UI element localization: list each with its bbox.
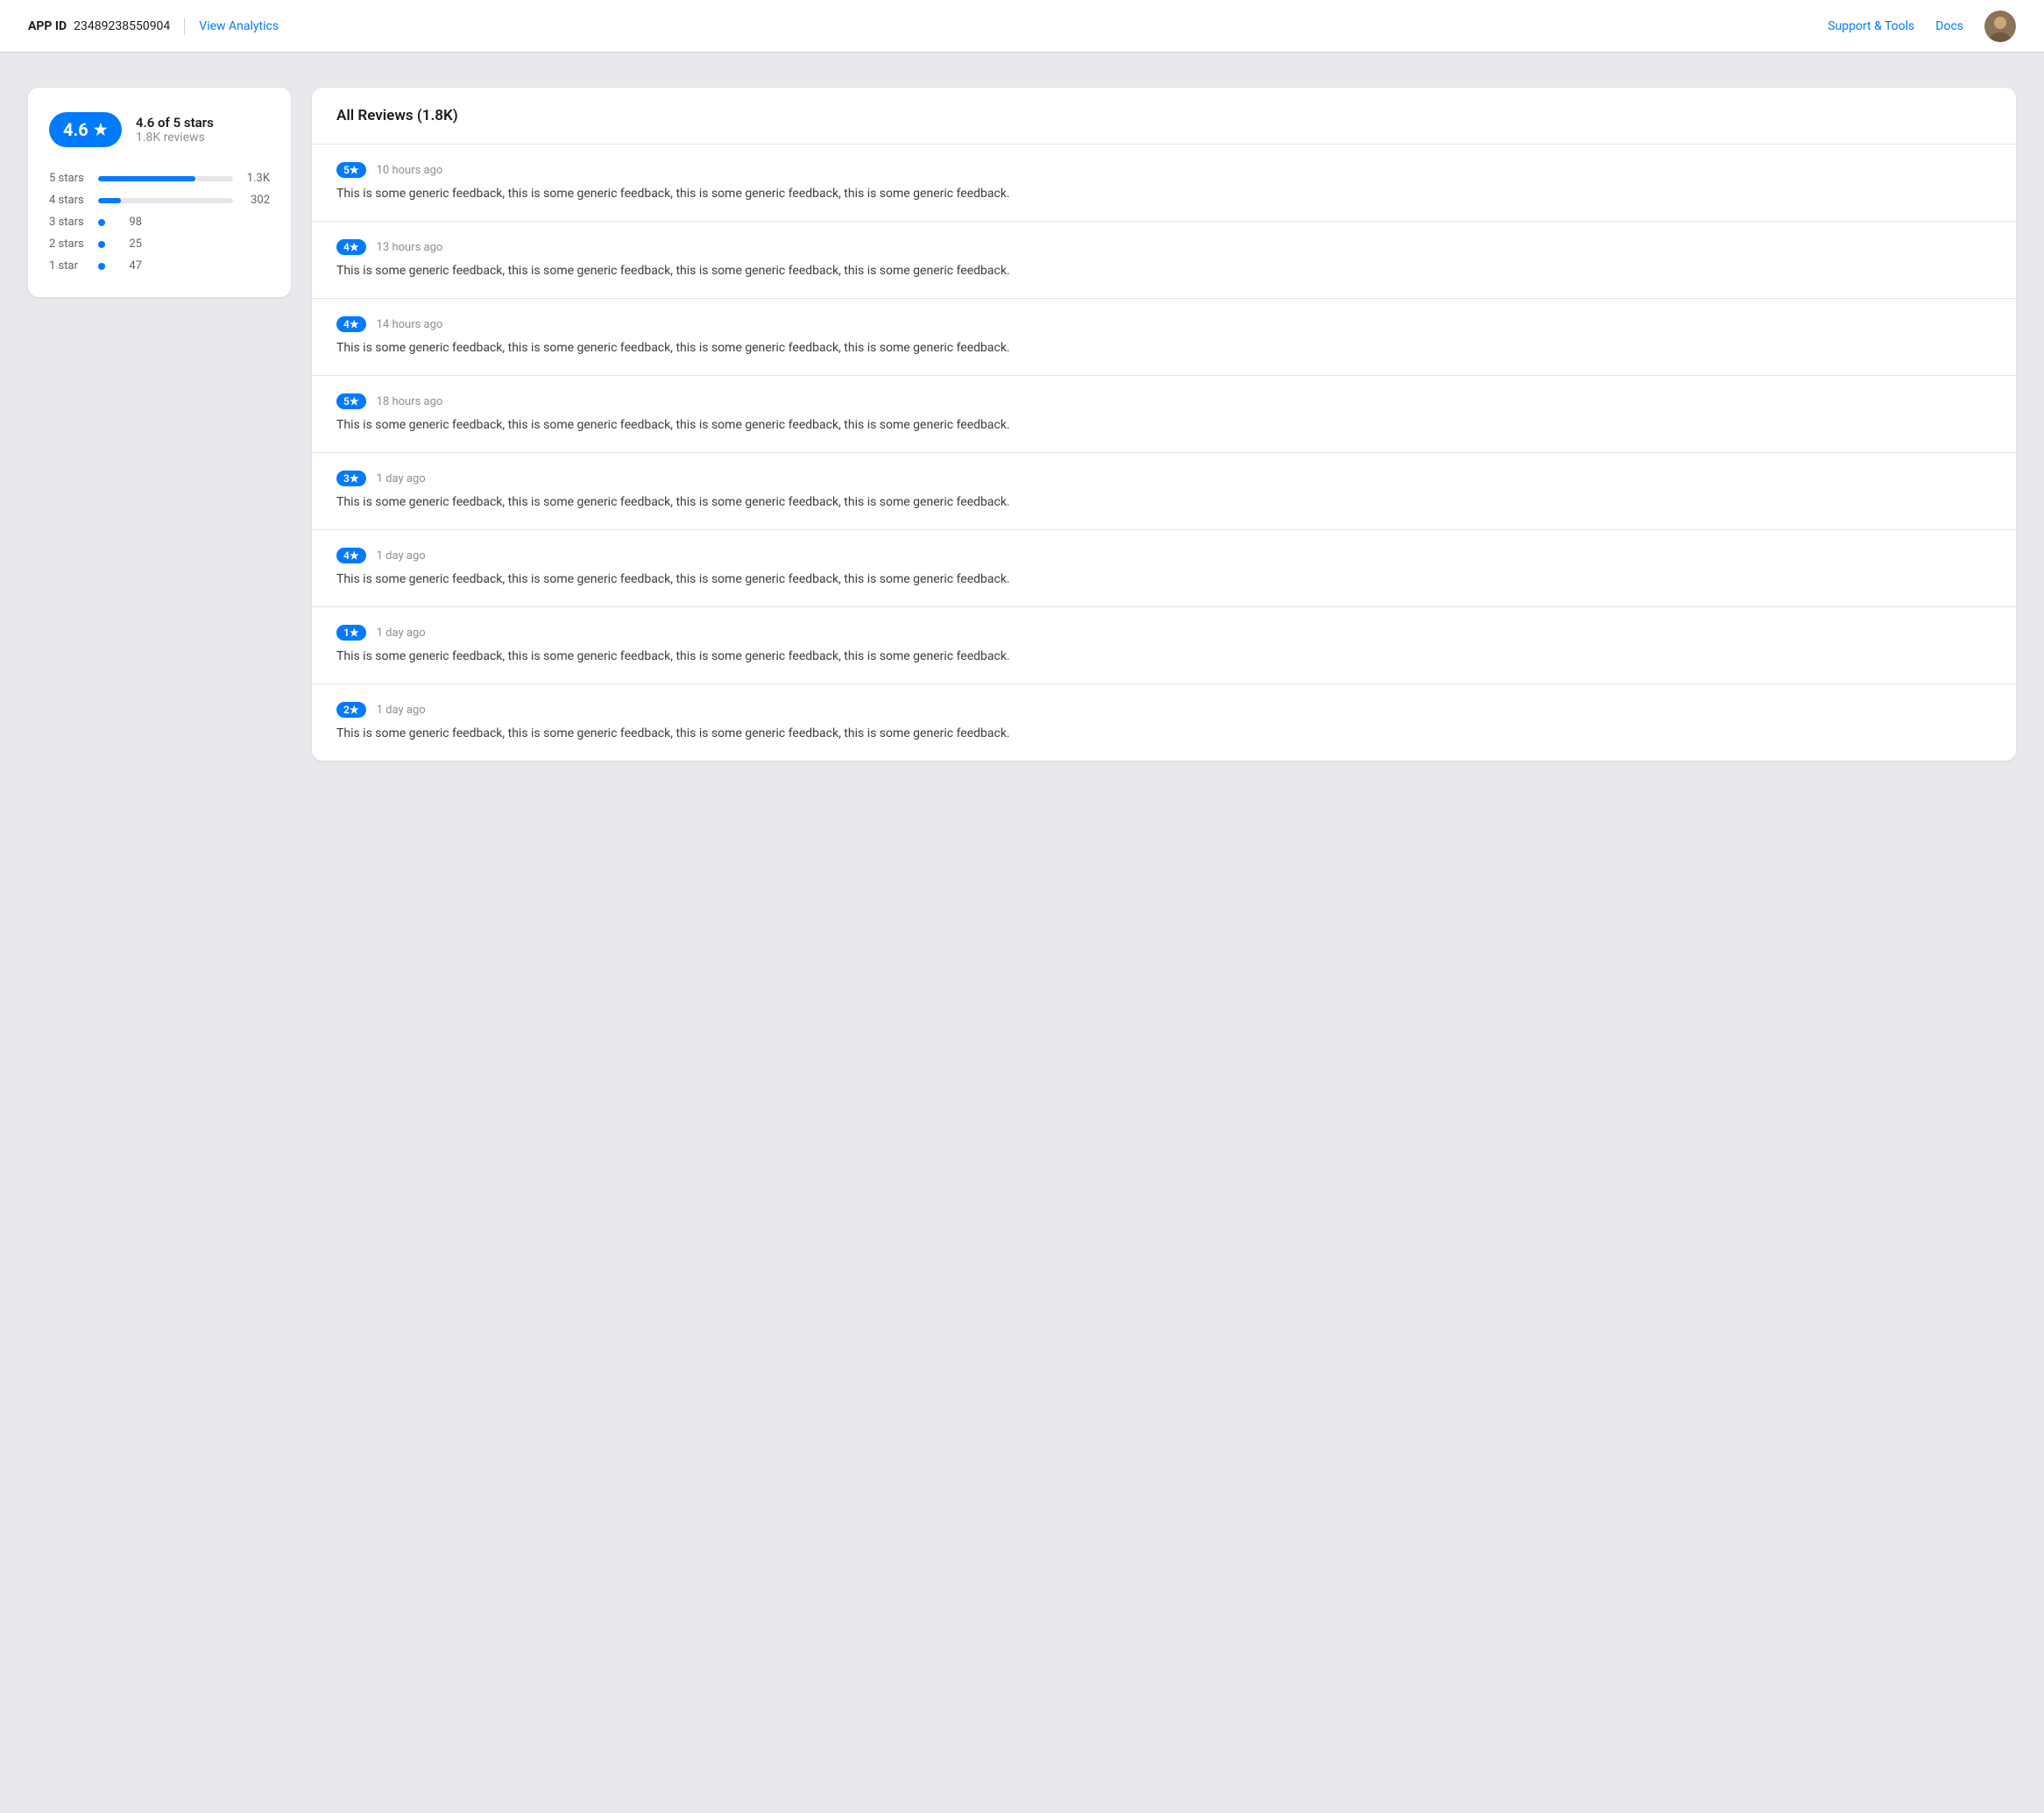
star-bar-label: 2 stars: [49, 237, 89, 251]
review-item: 4★ 1 day ago This is some generic feedback…: [312, 530, 2016, 607]
review-meta: 1★ 1 day ago: [336, 625, 1991, 641]
bar-fill: [98, 198, 121, 203]
header-left: APP ID 23489238550904 View Analytics: [28, 18, 279, 35]
rating-star-icon: ★: [94, 121, 108, 139]
star-bar-row: 3 stars 98: [49, 216, 270, 229]
star-bar-label: 1 star: [49, 259, 89, 273]
app-id-value: 23489238550904: [74, 19, 170, 33]
star-badge: 2★: [336, 702, 366, 718]
review-time: 18 hours ago: [377, 395, 443, 408]
star-bar-row: 1 star 47: [49, 259, 270, 273]
review-time: 13 hours ago: [377, 241, 443, 254]
header-right: Support & Tools Docs: [1828, 11, 2016, 42]
rating-summary: 4.6 of 5 stars 1.8K reviews: [136, 115, 214, 145]
bar-fill: [98, 176, 195, 181]
review-text: This is some generic feedback, this is s…: [336, 262, 1991, 280]
bar-container: [98, 198, 233, 203]
review-item: 5★ 10 hours ago This is some generic feedb…: [312, 145, 2016, 222]
review-item: 1★ 1 day ago This is some generic feedback…: [312, 607, 2016, 684]
review-text: This is some generic feedback, this is s…: [336, 570, 1991, 589]
review-text: This is some generic feedback, this is s…: [336, 648, 1991, 666]
star-badge: 4★: [336, 548, 366, 563]
reviews-heading: All Reviews (1.8K): [312, 88, 2016, 145]
dot-indicator: [98, 219, 105, 226]
reviews-panel: All Reviews (1.8K) 5★ 10 hours ago This is…: [312, 88, 2016, 761]
star-bars: 5 stars 1.3K 4 stars 302 3 stars 98 2 stars 25 1…: [49, 172, 270, 273]
app-id-label: APP ID: [28, 19, 67, 33]
review-meta: 5★ 18 hours ago: [336, 393, 1991, 409]
bar-container: [98, 176, 233, 181]
app-header: APP ID 23489238550904 View Analytics Sup…: [0, 0, 2044, 53]
star-badge: 1★: [336, 625, 366, 641]
rating-card: 4.6 ★ 4.6 of 5 stars 1.8K reviews 5 star…: [28, 88, 291, 297]
bar-count: 302: [242, 194, 270, 207]
rating-score-text: 4.6 of 5 stars: [136, 115, 214, 131]
star-bar-label: 3 stars: [49, 216, 89, 229]
review-meta: 5★ 10 hours ago: [336, 162, 1991, 178]
bar-count: 98: [114, 216, 142, 229]
dot-indicator: [98, 263, 105, 270]
docs-link[interactable]: Docs: [1935, 19, 1963, 33]
star-bar-label: 5 stars: [49, 172, 89, 185]
review-time: 14 hours ago: [377, 318, 443, 331]
review-meta: 2★ 1 day ago: [336, 702, 1991, 718]
header-divider: [184, 18, 185, 35]
review-meta: 4★ 14 hours ago: [336, 316, 1991, 332]
star-bar-row: 5 stars 1.3K: [49, 172, 270, 185]
dot-indicator: [98, 241, 105, 248]
review-text: This is some generic feedback, this is s…: [336, 725, 1991, 743]
review-item: 2★ 1 day ago This is some generic feedback…: [312, 684, 2016, 761]
review-text: This is some generic feedback, this is s…: [336, 493, 1991, 512]
star-badge: 5★: [336, 393, 366, 409]
rating-reviews-count: 1.8K reviews: [136, 131, 214, 145]
review-text: This is some generic feedback, this is s…: [336, 416, 1991, 435]
star-badge: 4★: [336, 239, 366, 255]
main-content: 4.6 ★ 4.6 of 5 stars 1.8K reviews 5 star…: [0, 53, 2044, 796]
review-time: 1 day ago: [377, 472, 426, 485]
star-bar-row: 4 stars 302: [49, 194, 270, 207]
review-time: 1 day ago: [377, 704, 426, 717]
review-meta: 4★ 1 day ago: [336, 548, 1991, 563]
star-bar-label: 4 stars: [49, 194, 89, 207]
review-time: 1 day ago: [377, 627, 426, 640]
review-item: 3★ 1 day ago This is some generic feedback…: [312, 453, 2016, 530]
bar-count: 1.3K: [242, 172, 270, 185]
star-bar-row: 2 stars 25: [49, 237, 270, 251]
rating-top: 4.6 ★ 4.6 of 5 stars 1.8K reviews: [49, 112, 270, 147]
avatar-image: [1984, 11, 2016, 42]
review-time: 10 hours ago: [377, 164, 443, 177]
review-text: This is some generic feedback, this is s…: [336, 339, 1991, 358]
review-item: 5★ 18 hours ago This is some generic feedb…: [312, 376, 2016, 453]
review-text: This is some generic feedback, this is s…: [336, 185, 1991, 203]
star-badge: 5★: [336, 162, 366, 178]
review-time: 1 day ago: [377, 549, 426, 563]
star-badge: 4★: [336, 316, 366, 332]
star-badge: 3★: [336, 471, 366, 486]
view-analytics-link[interactable]: View Analytics: [199, 19, 279, 33]
rating-score: 4.6: [63, 119, 88, 140]
avatar[interactable]: [1984, 11, 2016, 42]
reviews-list: 5★ 10 hours ago This is some generic feedb…: [312, 145, 2016, 761]
review-item: 4★ 14 hours ago This is some generic feedb…: [312, 299, 2016, 376]
review-meta: 3★ 1 day ago: [336, 471, 1991, 486]
review-item: 4★ 13 hours ago This is some generic feedb…: [312, 222, 2016, 299]
bar-count: 47: [114, 259, 142, 273]
review-meta: 4★ 13 hours ago: [336, 239, 1991, 255]
bar-count: 25: [114, 237, 142, 251]
rating-badge: 4.6 ★: [49, 112, 122, 147]
support-tools-link[interactable]: Support & Tools: [1828, 19, 1914, 33]
